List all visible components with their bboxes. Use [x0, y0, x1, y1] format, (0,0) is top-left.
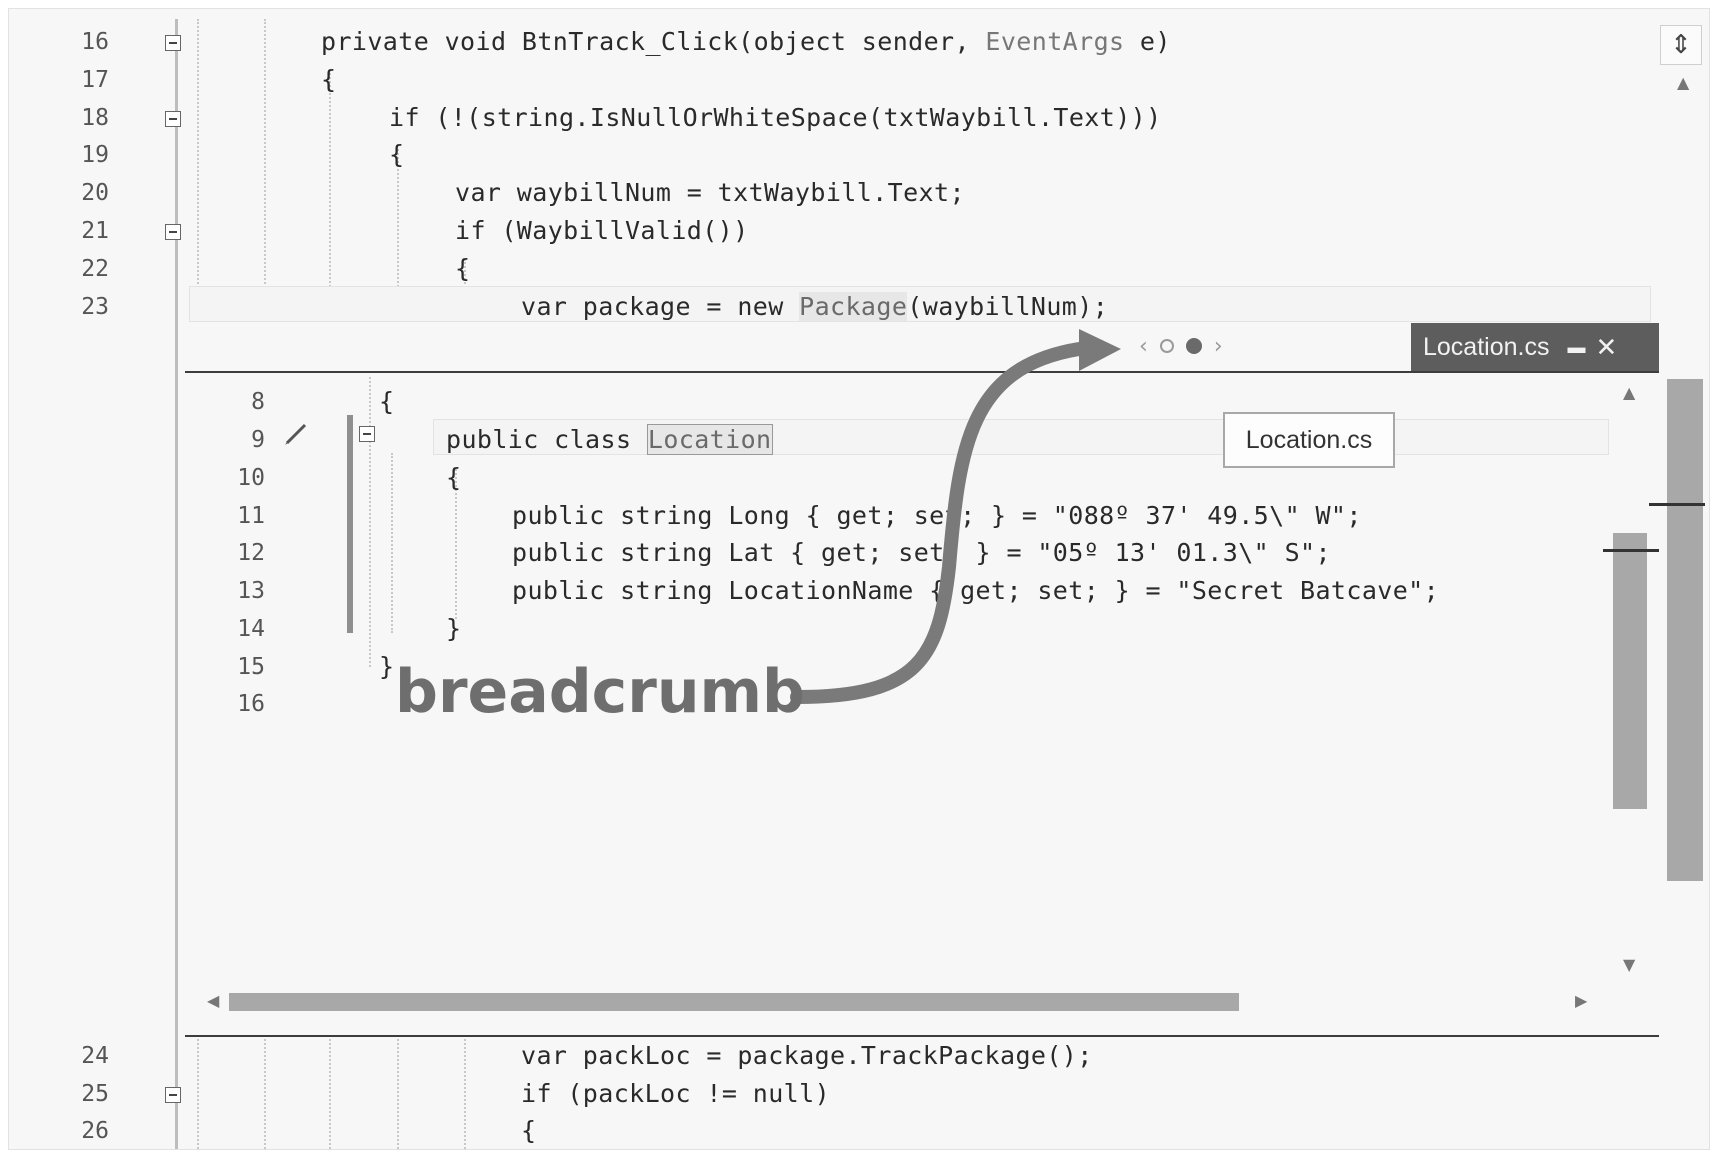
- peek-line-number: 15: [237, 654, 265, 680]
- annotation-label: breadcrumb: [395, 657, 806, 727]
- change-indicator-bar: [347, 415, 353, 633]
- annotation-arrow-icon: [790, 329, 1121, 704]
- line-number: 20: [81, 180, 109, 206]
- peek-tab-title[interactable]: Location.cs: [1423, 333, 1549, 362]
- breadcrumb-next-icon[interactable]: ›: [1214, 334, 1223, 359]
- line-number: 23: [81, 294, 109, 320]
- code-line-18[interactable]: if (!(string.IsNullOrWhiteSpace(txtWaybi…: [389, 103, 1162, 133]
- peek-tab[interactable]: Location.cs ▬ ✕: [1411, 323, 1659, 371]
- indent-guide: [369, 377, 371, 667]
- peek-code-line-9[interactable]: public class Location: [446, 424, 773, 455]
- peek-line-number: 8: [251, 389, 265, 415]
- peek-scroll-up-icon[interactable]: ▲: [1623, 383, 1635, 402]
- code-line-20[interactable]: var waybillNum = txtWaybill.Text;: [455, 178, 965, 208]
- reference-highlight: Package: [799, 292, 908, 321]
- edit-pencil-icon: [285, 423, 307, 445]
- code-line-23[interactable]: var package = new Package(waybillNum);: [521, 292, 1108, 322]
- indent-guide: [329, 69, 331, 319]
- indent-guide: [197, 19, 199, 319]
- peek-scroll-right-icon[interactable]: ▶: [1575, 991, 1587, 1010]
- code-line-26[interactable]: {: [521, 1116, 536, 1146]
- indent-guide: [391, 453, 393, 633]
- code-line-22[interactable]: {: [455, 254, 470, 284]
- code-line-16[interactable]: private void BtnTrack_Click(object sende…: [321, 27, 1171, 57]
- indent-guide: [197, 1039, 199, 1149]
- peek-code-line-10[interactable]: {: [446, 463, 461, 493]
- breadcrumb-dot-active[interactable]: [1185, 338, 1202, 354]
- breadcrumb-prev-icon[interactable]: ‹: [1139, 334, 1148, 359]
- line-number: 26: [81, 1118, 109, 1144]
- scroll-position-marker: [1603, 549, 1659, 552]
- gutter-separator: [175, 19, 178, 1149]
- collapse-icon[interactable]: [165, 224, 181, 240]
- code-line-25[interactable]: if (packLoc != null): [521, 1079, 830, 1109]
- peek-code-line-14[interactable]: }: [446, 614, 461, 644]
- split-window-icon[interactable]: ⇕: [1660, 25, 1702, 65]
- line-number: 16: [81, 29, 109, 55]
- line-number: 22: [81, 256, 109, 282]
- line-number: 17: [81, 67, 109, 93]
- collapse-icon[interactable]: [165, 35, 181, 51]
- editor-vertical-scroll-thumb[interactable]: [1667, 379, 1703, 881]
- indent-guide: [264, 1039, 266, 1149]
- scroll-position-marker: [1649, 503, 1705, 506]
- line-number: 24: [81, 1043, 109, 1069]
- indent-guide: [264, 19, 266, 319]
- collapse-icon[interactable]: [165, 1087, 181, 1103]
- code-line-21[interactable]: if (WaybillValid()): [455, 216, 749, 246]
- peek-breadcrumb[interactable]: ‹ ›: [1139, 331, 1259, 361]
- definition-highlight: Location: [646, 424, 773, 455]
- peek-line-number: 9: [251, 427, 265, 453]
- line-number: 21: [81, 218, 109, 244]
- close-icon[interactable]: ✕: [1595, 332, 1617, 363]
- indent-guide: [329, 1039, 331, 1149]
- indent-guide: [397, 1039, 399, 1149]
- code-line-19[interactable]: {: [389, 140, 404, 170]
- collapse-icon[interactable]: [165, 111, 181, 127]
- line-number: 18: [81, 105, 109, 131]
- line-number: 19: [81, 142, 109, 168]
- code-line-17[interactable]: {: [321, 65, 336, 95]
- peek-code-line-8[interactable]: {: [379, 387, 394, 417]
- pin-icon[interactable]: ▬: [1567, 337, 1585, 358]
- peek-line-number: 16: [237, 691, 265, 717]
- line-number: 25: [81, 1081, 109, 1107]
- peek-line-number: 12: [237, 540, 265, 566]
- peek-scroll-left-icon[interactable]: ◀: [207, 991, 219, 1010]
- peek-horizontal-scroll-thumb[interactable]: [229, 993, 1239, 1011]
- peek-line-number: 11: [237, 503, 265, 529]
- scroll-up-arrow-icon[interactable]: ▲: [1677, 73, 1689, 92]
- file-tooltip: Location.cs: [1223, 412, 1395, 468]
- breadcrumb-dot[interactable]: [1159, 339, 1174, 353]
- collapse-icon[interactable]: [359, 426, 375, 442]
- peek-line-number: 14: [237, 616, 265, 642]
- code-editor[interactable]: ⇕ ▲ 16 17 18 19 20 21 22 23 private void…: [8, 8, 1710, 1150]
- peek-line-number: 10: [237, 465, 265, 491]
- peek-line-number: 13: [237, 578, 265, 604]
- code-line-24[interactable]: var packLoc = package.TrackPackage();: [521, 1041, 1093, 1071]
- indent-guide: [464, 1039, 466, 1149]
- peek-code-line-15[interactable]: }: [379, 652, 394, 682]
- peek-scroll-down-icon[interactable]: ▼: [1623, 955, 1635, 974]
- peek-vertical-scroll-thumb[interactable]: [1613, 533, 1647, 809]
